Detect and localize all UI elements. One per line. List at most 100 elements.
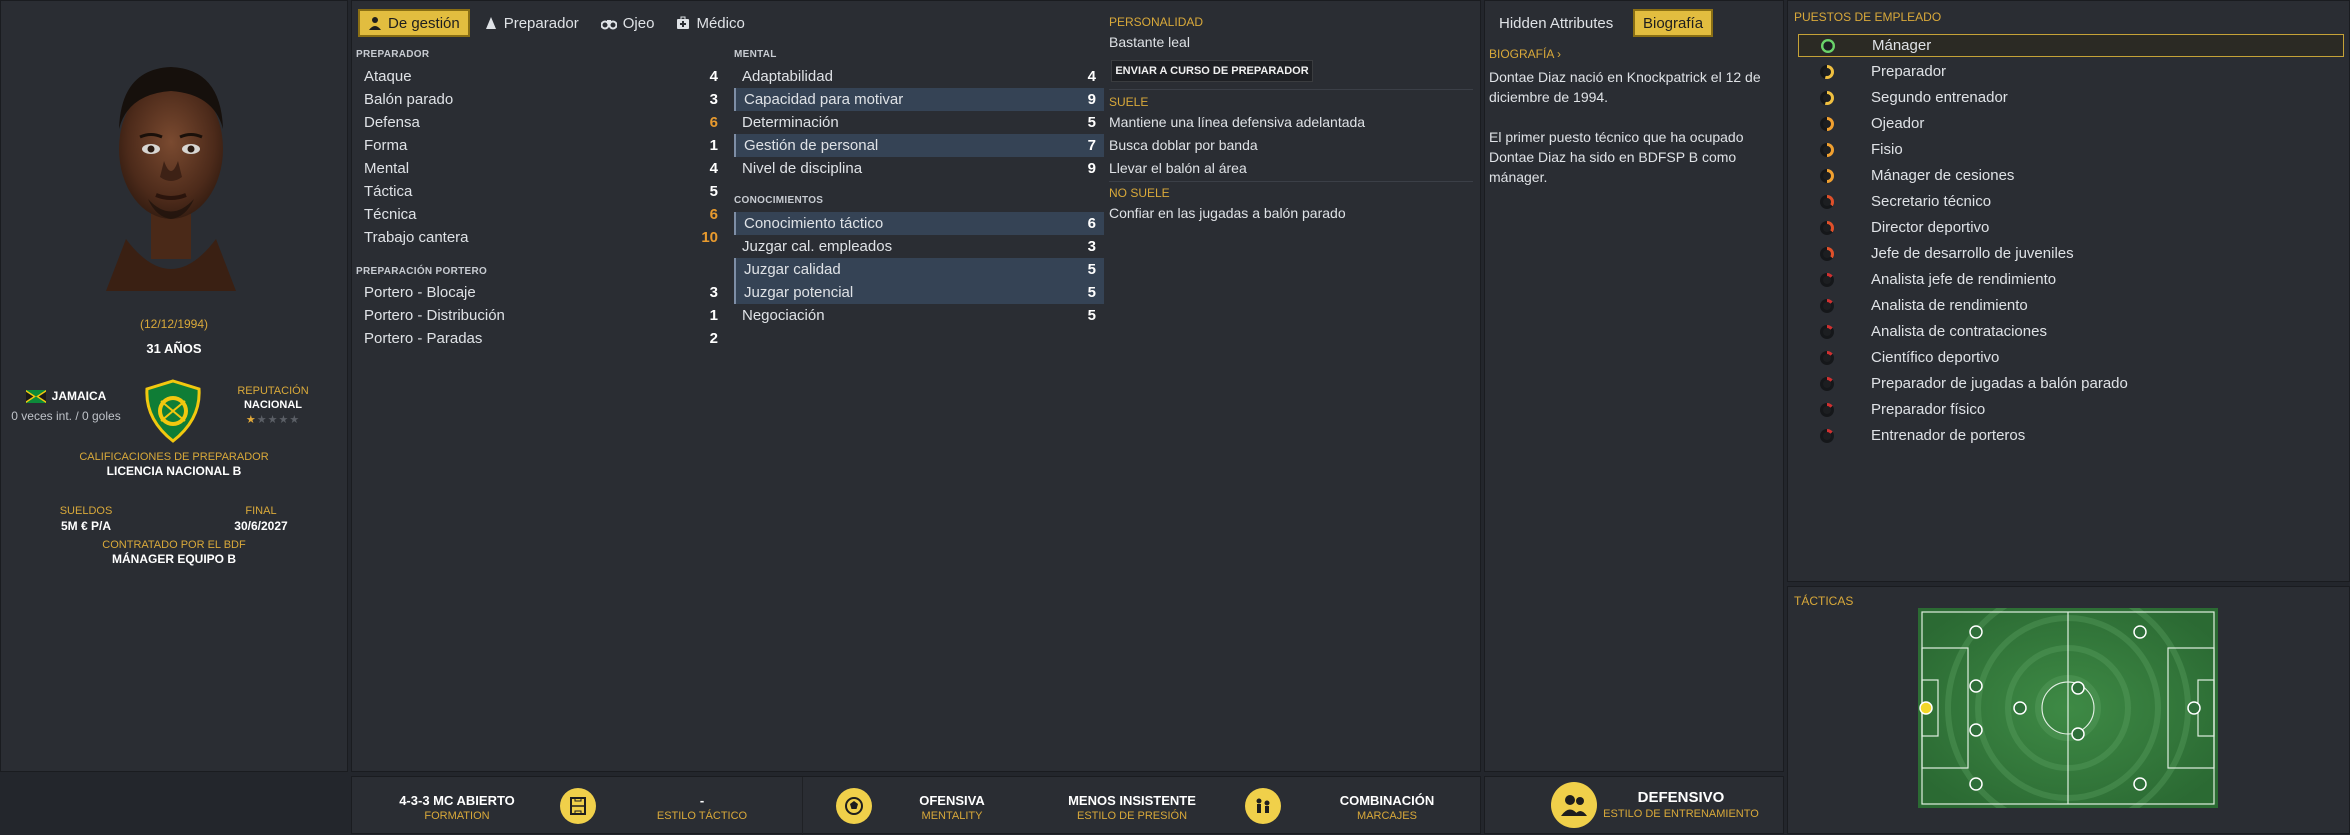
attribute-value: 1: [709, 307, 718, 324]
star-icon: ★: [289, 414, 301, 426]
attribute-row[interactable]: Forma 1: [356, 134, 726, 157]
staff-role-label: Director deportivo: [1871, 219, 1990, 236]
tactical-style-label: ESTILO TÁCTICO: [656, 810, 748, 822]
tab-preparador[interactable]: Preparador: [476, 9, 587, 37]
contract-end-value: 30/6/2027: [234, 519, 288, 533]
attribute-row[interactable]: Defensa 6: [356, 111, 726, 134]
contract-end-label: FINAL: [245, 505, 277, 517]
staff-role-label: Preparador: [1871, 63, 1947, 80]
attribute-row[interactable]: Juzgar calidad 5: [734, 258, 1104, 281]
role-suitability-icon: [1820, 272, 1834, 287]
attribute-row[interactable]: Adaptabilidad 4: [734, 65, 1104, 88]
attribute-label: Juzgar calidad: [744, 261, 841, 278]
player-position-marker: [1969, 625, 1983, 639]
tactical-style-value: -: [699, 793, 705, 808]
attribute-value: 4: [709, 160, 718, 177]
jamaica-flag-icon: [25, 389, 46, 403]
tactics-title: TÁCTICAS: [1794, 594, 1854, 608]
attribute-row[interactable]: Táctica 5: [356, 180, 726, 203]
role-suitability-icon: [1820, 376, 1834, 391]
attribute-row[interactable]: Portero - Blocaje 3: [356, 281, 726, 304]
staff-role-row[interactable]: Analista jefe de rendimiento: [1798, 268, 2344, 291]
medkit-icon: [677, 16, 690, 29]
tactical-style[interactable]: - ESTILO TÁCTICO: [612, 793, 792, 822]
mental-attributes: Adaptabilidad 4 Capacidad para motivar 9 Det…: [734, 65, 1104, 180]
staff-role-label: Entrenador de porteros: [1871, 427, 2026, 444]
tab-ojeo[interactable]: Ojeo: [593, 9, 663, 37]
attribute-row[interactable]: Balón parado 3: [356, 88, 726, 111]
staff-role-row[interactable]: Científico deportivo: [1798, 346, 2344, 369]
staff-role-row[interactable]: Analista de rendimiento: [1798, 294, 2344, 317]
attribute-value: 5: [1087, 284, 1096, 301]
role-suitability-icon: [1820, 142, 1834, 157]
staff-role-row[interactable]: Segundo entrenador: [1798, 86, 2344, 109]
divider: [1109, 89, 1473, 90]
marking-icon: [1245, 788, 1281, 824]
attribute-row[interactable]: Conocimiento táctico 6: [734, 212, 1104, 235]
conocimientos-section-title: CONOCIMIENTOS: [734, 195, 824, 206]
player-position-marker: [1969, 777, 1983, 791]
staff-role-row[interactable]: Mánager: [1798, 34, 2344, 57]
reputation: REPUTACIÓN NACIONAL ★★★★★: [223, 385, 323, 426]
staff-role-row[interactable]: Fisio: [1798, 138, 2344, 161]
staff-role-row[interactable]: Mánager de cesiones: [1798, 164, 2344, 187]
attribute-row[interactable]: Portero - Distribución 1: [356, 304, 726, 327]
attribute-value: 5: [1087, 307, 1096, 324]
mentality[interactable]: OFENSIVA MENTALITY: [892, 793, 1012, 822]
staff-role-row[interactable]: Entrenador de porteros: [1798, 424, 2344, 447]
attribute-row[interactable]: Trabajo cantera 10: [356, 226, 726, 249]
wage-label: SUELDOS: [59, 505, 113, 517]
staff-tabs: De gestión Preparador Ojeo Médico: [358, 9, 753, 37]
attribute-row[interactable]: Negociación 5: [734, 304, 1104, 327]
staff-role-label: Secretario técnico: [1871, 193, 1992, 210]
marking[interactable]: COMBINACIÓN MARCAJES: [1312, 793, 1462, 822]
attribute-row[interactable]: Portero - Paradas 2: [356, 327, 726, 350]
staff-role-row[interactable]: Director deportivo: [1798, 216, 2344, 239]
formation-board-icon: [560, 788, 596, 824]
attribute-value: 9: [1087, 91, 1096, 108]
staff-role-row[interactable]: Jefe de desarrollo de juveniles: [1798, 242, 2344, 265]
attribute-row[interactable]: Juzgar cal. empleados 3: [734, 235, 1104, 258]
attribute-row[interactable]: Determinación 5: [734, 111, 1104, 134]
staff-role-row[interactable]: Secretario técnico: [1798, 190, 2344, 213]
staff-role-label: Analista de rendimiento: [1871, 297, 2028, 314]
attribute-value: 2: [709, 330, 718, 347]
tactics-pitch[interactable]: [1918, 585, 2218, 831]
divider: [1109, 181, 1473, 182]
tab-biografia[interactable]: Biografía: [1633, 9, 1714, 37]
attribute-row[interactable]: Mental 4: [356, 157, 726, 180]
tab-hidden-attributes[interactable]: Hidden Attributes: [1491, 9, 1621, 37]
attribute-value: 4: [1087, 68, 1096, 85]
biography-section-link[interactable]: BIOGRAFÍA ›: [1489, 47, 1561, 61]
attribute-row[interactable]: Ataque 4: [356, 65, 726, 88]
staff-role-row[interactable]: Ojeador: [1798, 112, 2344, 135]
staff-role-row[interactable]: Analista de contrataciones: [1798, 320, 2344, 343]
mental-section-title: MENTAL: [734, 49, 777, 60]
staff-role-label: Jefe de desarrollo de juveniles: [1871, 245, 2074, 262]
attribute-label: Técnica: [364, 206, 417, 223]
attribute-row[interactable]: Técnica 6: [356, 203, 726, 226]
formation[interactable]: 4-3-3 MC ABIERTO FORMATION: [382, 793, 532, 822]
tab-de-gestion[interactable]: De gestión: [358, 9, 470, 37]
tab-medico[interactable]: Médico: [668, 9, 752, 37]
training-style[interactable]: DEFENSIVO ESTILO DE ENTRENAMIENTO: [1601, 789, 1761, 820]
portero-section-title: PREPARACIÓN PORTERO: [356, 266, 488, 277]
pressing-style[interactable]: MENOS INSISTENTE ESTILO DE PRESIÓN: [1052, 793, 1212, 822]
tab-label: Preparador: [503, 14, 579, 32]
star-icon: ★: [245, 414, 257, 426]
contract-label: CONTRATADO POR EL BDF: [102, 539, 246, 551]
attribute-row[interactable]: Capacidad para motivar 9: [734, 88, 1104, 111]
attribute-label: Determinación: [742, 114, 839, 131]
conocimientos-attributes: Conocimiento táctico 6 Juzgar cal. emplead…: [734, 212, 1104, 327]
staff-role-row[interactable]: Preparador de jugadas a balón parado: [1798, 372, 2344, 395]
role-suitability-icon: [1820, 402, 1834, 417]
attribute-row[interactable]: Juzgar potencial 5: [734, 281, 1104, 304]
nationality[interactable]: JAMAICA 0 veces int. / 0 goles: [11, 389, 121, 423]
staff-role-label: Segundo entrenador: [1871, 89, 2008, 106]
staff-role-row[interactable]: Preparador físico: [1798, 398, 2344, 421]
attribute-row[interactable]: Gestión de personal 7: [734, 134, 1104, 157]
attribute-row[interactable]: Nivel de disciplina 9: [734, 157, 1104, 180]
send-to-course-button[interactable]: ENVIAR A CURSO DE PREPARADOR: [1111, 60, 1313, 82]
staff-role-label: Mánager: [1872, 37, 1932, 54]
staff-role-row[interactable]: Preparador: [1798, 60, 2344, 83]
